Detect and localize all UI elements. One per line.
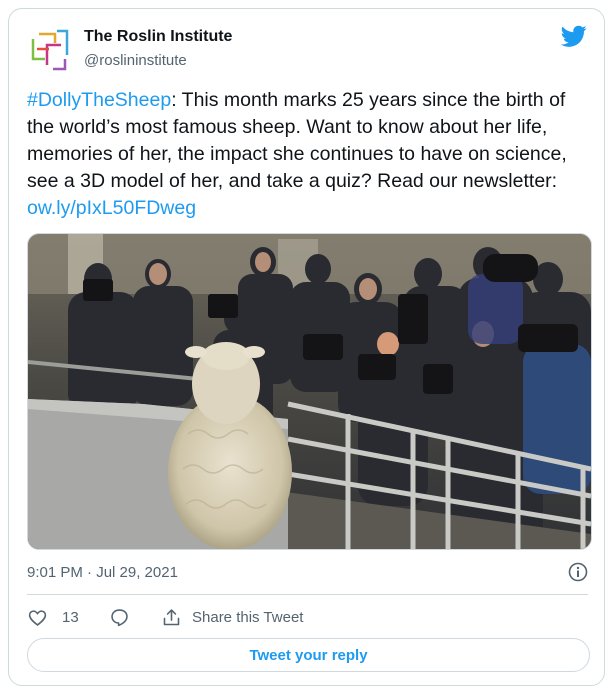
- roslin-logo-icon[interactable]: [27, 25, 75, 73]
- twitter-bird-icon[interactable]: [560, 23, 587, 49]
- tweet-photo[interactable]: [27, 233, 592, 550]
- info-icon[interactable]: [568, 562, 588, 582]
- tweet-timestamp[interactable]: 9:01 PM · Jul 29, 2021: [27, 564, 178, 581]
- speech-bubble-icon: [111, 608, 128, 626]
- share-button[interactable]: Share this Tweet: [161, 605, 303, 629]
- author-name[interactable]: The Roslin Institute: [84, 28, 232, 46]
- reply-button[interactable]: [109, 605, 130, 629]
- like-count: 13: [62, 608, 79, 626]
- newsletter-link[interactable]: ow.ly/pIxL50FDweg: [27, 197, 196, 219]
- share-label: Share this Tweet: [192, 608, 304, 626]
- tweet-your-reply-button[interactable]: Tweet your reply: [27, 638, 590, 672]
- author-handle[interactable]: @roslininstitute: [84, 52, 187, 69]
- tweet-card: The Roslin Institute @roslininstitute #D…: [8, 8, 605, 686]
- tweet-text: #DollyTheSheep: This month marks 25 year…: [27, 87, 592, 222]
- like-button[interactable]: 13: [27, 605, 79, 629]
- hashtag-link[interactable]: #DollyTheSheep: [27, 89, 171, 111]
- tweet-header: The Roslin Institute @roslininstitute: [27, 23, 587, 75]
- divider: [27, 594, 588, 595]
- photo-dolly-sheep-press: [28, 234, 591, 549]
- share-upload-icon: [163, 608, 180, 625]
- tweet-actions: 13 Share this Tweet: [27, 605, 587, 629]
- heart-icon: [28, 609, 47, 626]
